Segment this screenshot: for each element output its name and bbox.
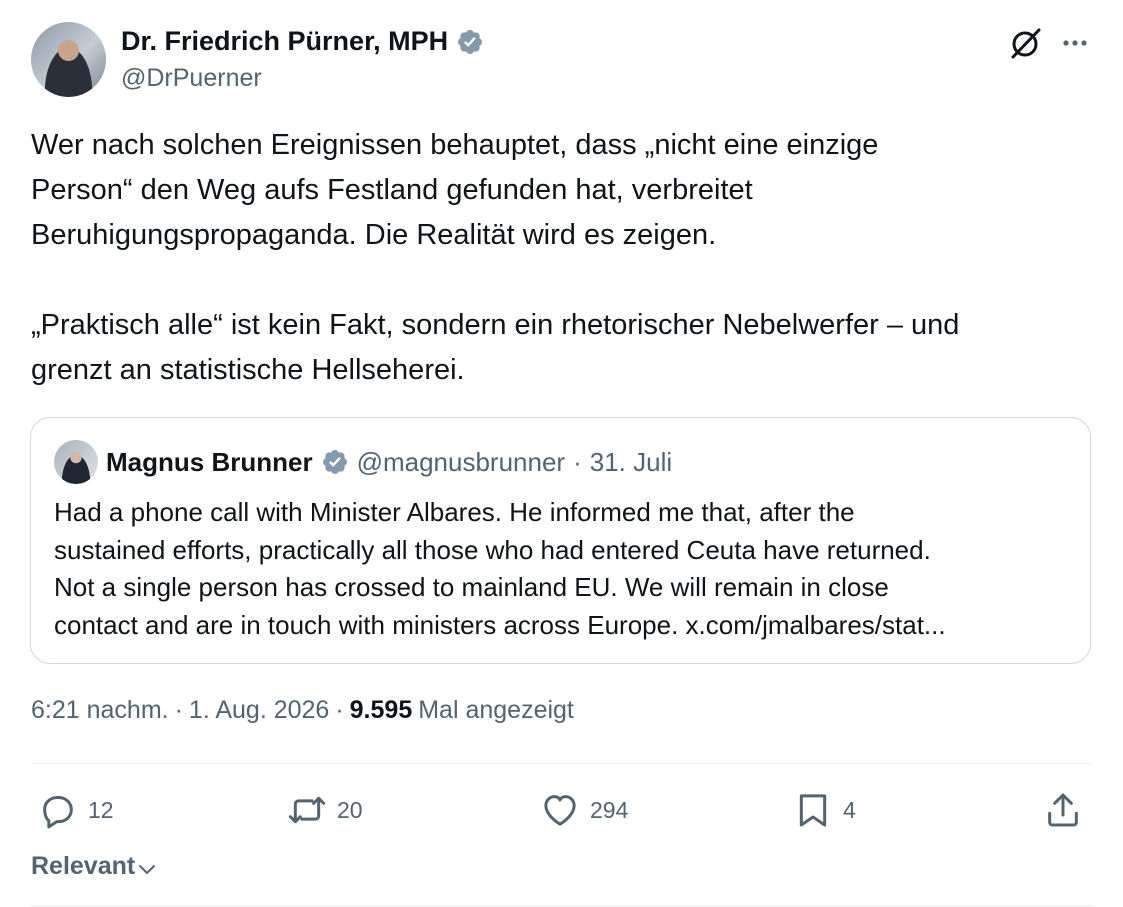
verified-badge-icon [458,29,483,54]
tweet-body: Wer nach solchen Ereignissen behauptet, … [31,123,1101,393]
grok-icon[interactable] [1009,26,1043,60]
quoted-tweet-text: Had a phone call with Minister Albares. … [54,497,946,640]
tweet-paragraph: „Praktisch alle“ ist kein Fakt, sondern … [31,309,960,386]
repost-button[interactable]: 20 [287,782,363,838]
reply-icon [43,796,73,829]
quoted-author-handle: @magnusbrunner [356,446,566,477]
quoted-author-avatar [54,440,98,484]
share-button[interactable] [1043,782,1083,838]
divider [30,763,1093,764]
tweet-header: Dr. Friedrich Pürner, MPH @DrPuerner [31,22,1093,100]
sort-dropdown[interactable]: Relevant [31,852,157,881]
view-count: 9.595 [349,696,413,724]
verified-badge-icon [322,450,347,474]
author-avatar[interactable] [31,22,106,97]
separator-dot: · [335,696,344,724]
action-bar: 12 20 294 4 [30,782,1093,838]
more-icon[interactable] [1059,27,1091,59]
view-count-label: Mal angezeigt [418,696,574,724]
bookmark-button[interactable]: 4 [793,782,856,838]
share-icon [1048,793,1078,827]
bookmark-icon [799,794,827,827]
chevron-down-icon [139,864,156,874]
tweet-date[interactable]: 1. Aug. 2026 [189,696,329,725]
separator-dot: · [174,696,183,724]
quoted-tweet-header: Magnus Brunner @magnusbrunner · 31. Juli [54,440,672,484]
quoted-tweet-date: 31. Juli [589,446,673,477]
author-name[interactable]: Dr. Friedrich Pürner, MPH [121,26,448,57]
tweet-meta: 6:21 nachm. · 1. Aug. 2026 · 9.595 Mal a… [31,696,574,725]
divider [30,905,1093,906]
quoted-tweet[interactable]: Magnus Brunner @magnusbrunner · 31. Juli… [30,417,1091,664]
author-name-row: Dr. Friedrich Pürner, MPH [121,26,484,57]
repost-count: 20 [337,796,363,823]
like-button[interactable]: 294 [540,782,628,838]
repost-icon [288,796,326,824]
separator-dot: · [573,446,582,477]
like-count: 294 [590,796,629,823]
quoted-author-name: Magnus Brunner [106,446,313,477]
reply-count: 12 [88,796,114,823]
sort-label: Relevant [31,852,136,880]
bookmark-count: 4 [843,796,856,823]
author-handle[interactable]: @DrPuerner [121,64,262,93]
tweet-paragraph: Wer nach solchen Ereignissen behauptet, … [31,129,879,251]
tweet-time[interactable]: 6:21 nachm. [31,696,169,725]
reply-button[interactable]: 12 [38,782,114,838]
like-icon [544,795,576,826]
